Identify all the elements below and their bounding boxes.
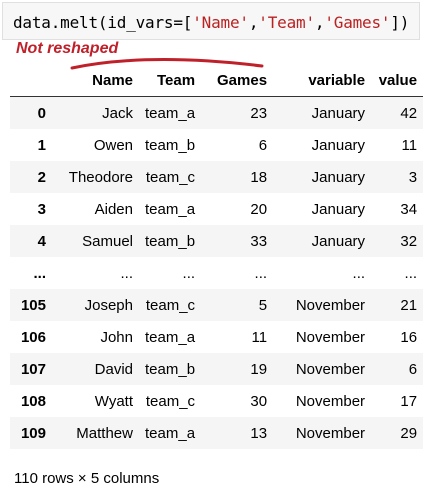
row-index: 108 <box>20 392 46 410</box>
row-index: 1 <box>37 136 46 154</box>
cell-games: 18 <box>250 168 268 186</box>
cell-variable: November <box>295 296 366 314</box>
table-row: 4 Samuel team_b 33 January 32 <box>10 225 424 257</box>
table-row: 107 David team_b 19 November 6 <box>10 353 424 385</box>
table-row: 106 John team_a 11 November 16 <box>10 321 424 353</box>
cell-name: Joseph <box>84 296 133 314</box>
code-arg-team: 'Team' <box>258 13 315 32</box>
code-cell[interactable]: data.melt(id_vars=['Name','Team','Games'… <box>2 2 420 40</box>
cell-team: team_c <box>145 296 196 314</box>
column-header-team: Team <box>139 64 202 97</box>
column-header-value: value <box>371 64 424 97</box>
cell-name: Aiden <box>94 200 133 218</box>
row-index: 105 <box>20 296 46 314</box>
column-header-name: Name <box>52 64 139 97</box>
cell-name: Theodore <box>68 168 133 186</box>
cell-name: Matthew <box>76 424 133 442</box>
cell-name: David <box>94 360 133 378</box>
cell-variable: ... <box>352 264 366 282</box>
code-comma-2: , <box>314 13 325 32</box>
column-header-variable: variable <box>273 64 372 97</box>
cell-value: 6 <box>408 360 418 378</box>
cell-team: team_a <box>145 424 196 442</box>
row-index: 4 <box>37 232 46 250</box>
cell-games: 33 <box>250 232 268 250</box>
cell-games: 19 <box>250 360 268 378</box>
row-index: 3 <box>37 200 46 218</box>
cell-value: 42 <box>400 104 418 122</box>
cell-games: 6 <box>258 136 268 154</box>
cell-value: 16 <box>400 328 418 346</box>
table-row: 3 Aiden team_a 20 January 34 <box>10 193 424 225</box>
cell-variable: January <box>311 232 366 250</box>
cell-name: ... <box>120 264 133 282</box>
cell-games: 23 <box>250 104 268 122</box>
cell-value: 21 <box>400 296 418 314</box>
code-prefix: data.melt(id_vars=[ <box>13 13 193 32</box>
table-row: 0 Jack team_a 23 January 42 <box>10 96 424 129</box>
table-row: 1 Owen team_b 6 January 11 <box>10 129 424 161</box>
table-row-ellipsis: ... ... ... ... ... ... <box>10 257 424 289</box>
cell-value: ... <box>404 264 418 282</box>
cell-games: 13 <box>250 424 268 442</box>
cell-team: team_a <box>145 328 196 346</box>
row-index: 106 <box>20 328 46 346</box>
code-line: data.melt(id_vars=['Name','Team','Games'… <box>13 13 409 32</box>
dataframe-table: Name Team Games variable value 0 Jack te… <box>10 64 424 449</box>
cell-variable: January <box>311 136 366 154</box>
cell-value: 29 <box>400 424 418 442</box>
cell-team: team_b <box>145 136 196 154</box>
cell-variable: November <box>295 392 366 410</box>
code-suffix: ]) <box>390 13 410 32</box>
cell-team: team_c <box>145 392 196 410</box>
cell-value: 17 <box>400 392 418 410</box>
cell-games: 5 <box>258 296 268 314</box>
cell-name: Jack <box>102 104 133 122</box>
row-index: ... <box>33 264 46 282</box>
index-header <box>10 64 52 97</box>
cell-variable: November <box>295 424 366 442</box>
cell-value: 32 <box>400 232 418 250</box>
cell-value: 11 <box>401 136 418 154</box>
row-index: 107 <box>20 360 46 378</box>
cell-games: ... <box>254 264 268 282</box>
cell-name: Owen <box>93 136 133 154</box>
table-row: 105 Joseph team_c 5 November 21 <box>10 289 424 321</box>
cell-name: Wyatt <box>94 392 133 410</box>
table-row: 2 Theodore team_c 18 January 3 <box>10 161 424 193</box>
cell-value: 3 <box>408 168 418 186</box>
row-index: 2 <box>37 168 46 186</box>
table-row: 109 Matthew team_a 13 November 29 <box>10 417 424 449</box>
cell-team: team_c <box>145 168 196 186</box>
code-comma-1: , <box>248 13 259 32</box>
column-header-games: Games <box>201 64 274 97</box>
cell-team: ... <box>182 264 196 282</box>
cell-games: 30 <box>250 392 268 410</box>
code-arg-games: 'Games' <box>324 13 391 32</box>
cell-name: Samuel <box>82 232 133 250</box>
cell-variable: January <box>311 200 366 218</box>
table-row: 108 Wyatt team_c 30 November 17 <box>10 385 424 417</box>
cell-value: 34 <box>400 200 418 218</box>
cell-variable: November <box>295 360 366 378</box>
cell-variable: January <box>311 104 366 122</box>
code-arg-name: 'Name' <box>192 13 249 32</box>
row-index: 109 <box>20 424 46 442</box>
cell-name: John <box>100 328 133 346</box>
cell-variable: January <box>311 168 366 186</box>
cell-games: 11 <box>251 328 268 346</box>
cell-team: team_a <box>145 104 196 122</box>
cell-team: team_b <box>145 232 196 250</box>
table-header-row: Name Team Games variable value <box>10 64 424 97</box>
row-index: 0 <box>37 104 46 122</box>
cell-team: team_a <box>145 200 196 218</box>
cell-variable: November <box>295 328 366 346</box>
dataframe-shape-footer: 110 rows × 5 columns <box>14 470 160 487</box>
cell-games: 20 <box>250 200 268 218</box>
cell-team: team_b <box>145 360 196 378</box>
